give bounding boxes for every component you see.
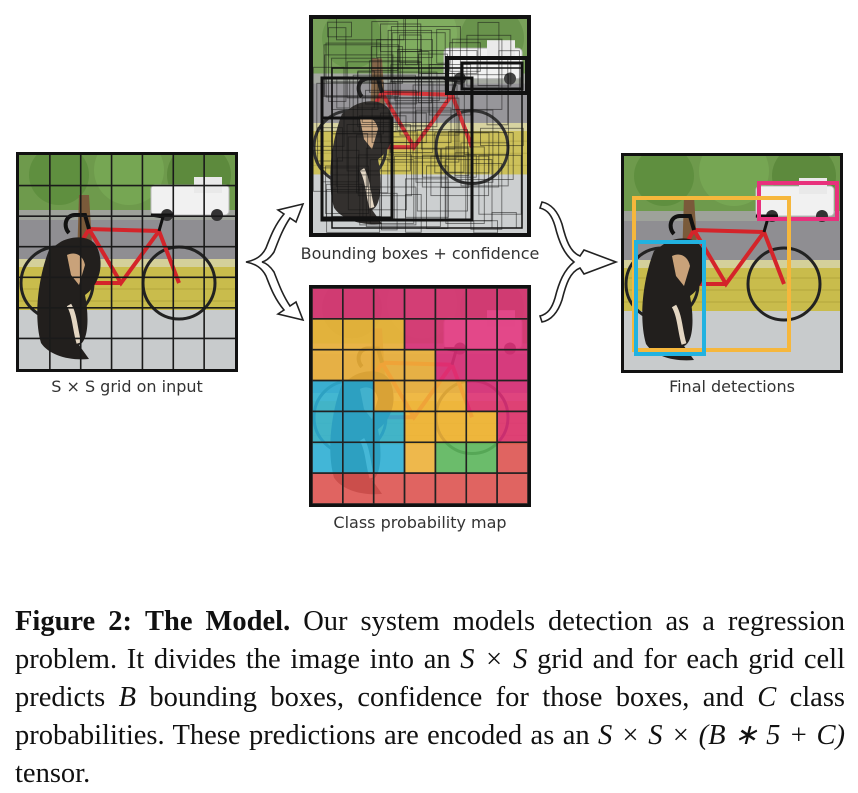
caption-text: bounding boxes, confidence for those box… (136, 682, 758, 713)
input-grid-panel (16, 152, 238, 372)
class-cell-car (465, 379, 498, 413)
class-cell-bicycle (403, 379, 437, 413)
split-arrow-icon (245, 202, 305, 322)
class-cell-floor (342, 472, 375, 504)
class-cell-dog (372, 410, 406, 444)
caption-text: tensor. (15, 758, 91, 789)
class-map-overlay (312, 288, 528, 504)
final-detections-panel (621, 153, 843, 373)
class-cell-floor (372, 472, 406, 504)
class-cell-bicycle (342, 348, 375, 382)
class-cell-bicycle (434, 379, 468, 413)
merge-arrow-icon (538, 201, 619, 323)
input-grid-overlay (19, 155, 235, 369)
class-cell-bicycle (403, 348, 437, 382)
class-cell-bicycle (372, 318, 406, 351)
detection-box-car (757, 181, 839, 221)
class-cell-car (496, 318, 528, 351)
class-cell-grass (434, 441, 468, 474)
caption-math: B (118, 682, 136, 713)
class-cell-car (403, 288, 437, 320)
class-cell-car (434, 288, 468, 320)
class-cell-dog (312, 441, 344, 474)
class-cell-floor (496, 441, 528, 474)
split-arrow-left (245, 202, 305, 322)
class-cell-bicycle (403, 410, 437, 444)
bounding-boxes-overlay (312, 18, 528, 234)
caption-math: S × S × (B ∗ 5 + C) (598, 720, 845, 751)
class-cell-dog (312, 410, 344, 444)
detections-overlay (632, 181, 839, 356)
bounding-boxes-label: Bounding boxes + confidence (300, 244, 540, 263)
class-cell-bicycle (372, 348, 406, 382)
class-cell-car (403, 318, 437, 351)
class-cell-car (496, 348, 528, 382)
class-cell-car (465, 318, 498, 351)
class-probability-label: Class probability map (333, 513, 507, 532)
class-cell-floor (403, 472, 437, 504)
class-cell-car (312, 288, 344, 320)
class-cell-bicycle (342, 318, 375, 351)
detection-box-dog (634, 240, 706, 356)
class-cell-bicycle (465, 410, 498, 444)
class-cell-dog (342, 379, 375, 413)
class-probability-panel (309, 285, 531, 507)
caption-title: The Model. (144, 606, 291, 637)
class-cell-car (434, 318, 468, 351)
caption-math: S × S (460, 644, 528, 675)
class-cell-dog (372, 441, 406, 474)
figure-caption: Figure 2: The Model. Our system models d… (15, 603, 845, 793)
input-grid-label: S × S grid on input (51, 377, 203, 396)
class-cell-grass (465, 441, 498, 474)
class-cell-dog (342, 410, 375, 444)
class-cell-dog (342, 441, 375, 474)
class-cell-bicycle (312, 348, 344, 382)
class-cell-bicycle (312, 318, 344, 351)
class-cell-floor (312, 472, 344, 504)
class-cell-car (496, 379, 528, 413)
class-cell-car (434, 348, 468, 382)
merge-arrow-right (538, 201, 619, 323)
class-cell-car (342, 288, 375, 320)
class-cell-floor (434, 472, 468, 504)
caption-math: C (757, 682, 777, 713)
class-cell-bicycle (434, 410, 468, 444)
bounding-boxes-panel (309, 15, 531, 237)
class-cell-bicycle (403, 441, 437, 474)
class-cell-floor (465, 472, 498, 504)
figure-number: Figure 2: (15, 606, 132, 637)
class-cell-car (465, 288, 498, 320)
class-cell-car (465, 348, 498, 382)
final-detections-label: Final detections (669, 377, 795, 396)
class-cell-car (372, 288, 406, 320)
class-cell-bicycle (372, 379, 406, 413)
class-cell-floor (496, 472, 528, 504)
class-cell-car (496, 410, 528, 444)
class-cell-car (496, 288, 528, 320)
class-cell-dog (312, 379, 344, 413)
